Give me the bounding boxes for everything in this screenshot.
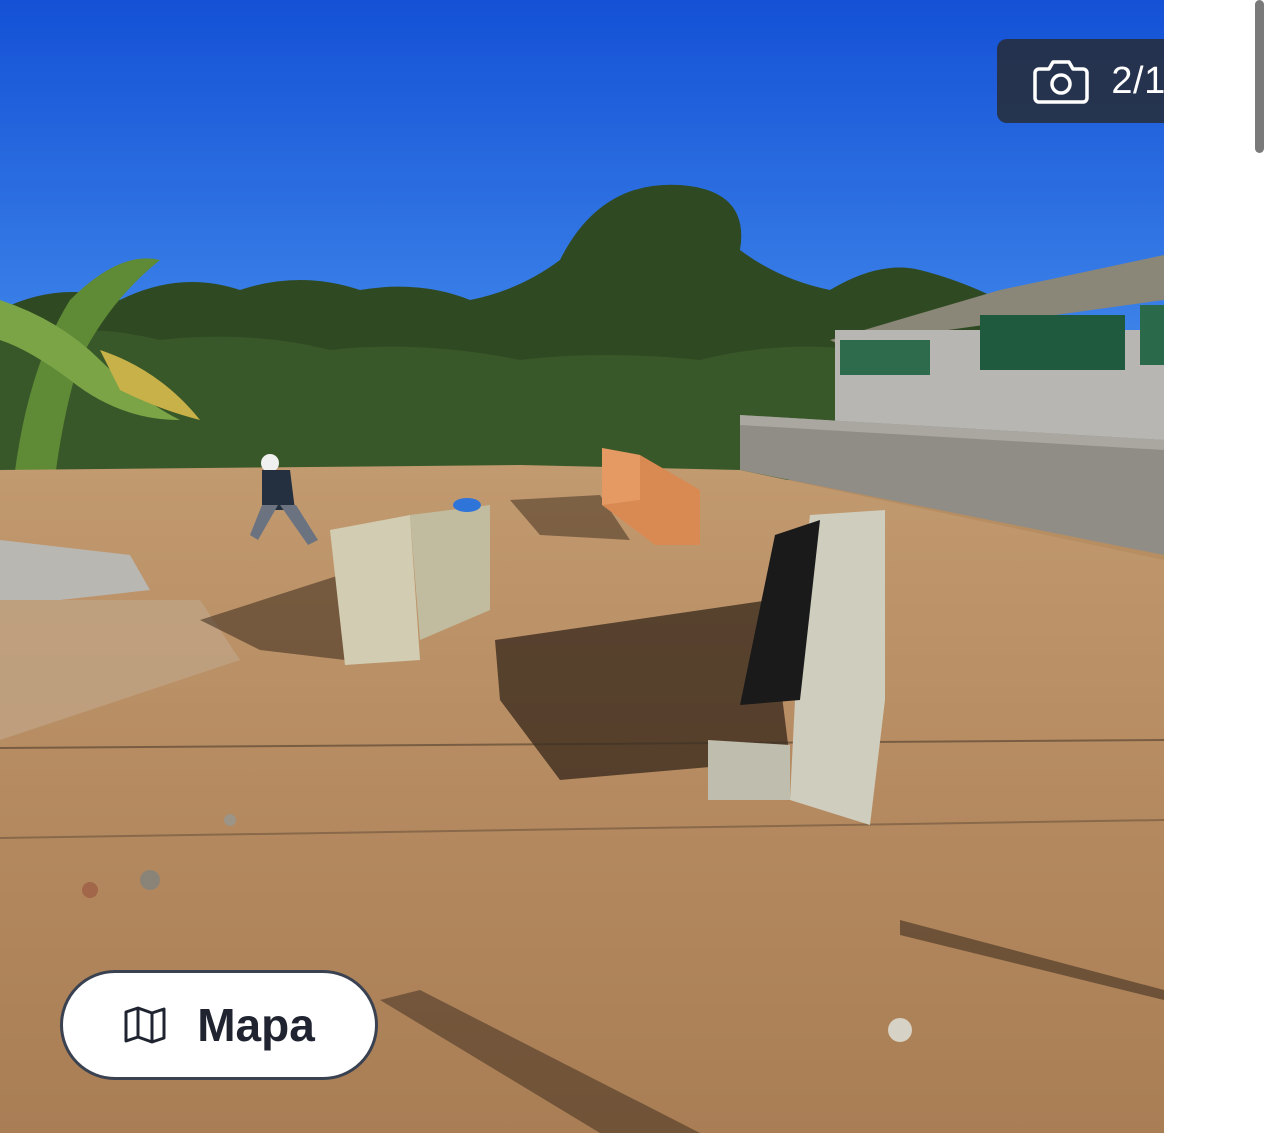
scrollbar-track[interactable] [1250, 0, 1264, 1133]
photo-counter-text: 2/11 [1111, 59, 1164, 102]
map-button-label: Mapa [197, 999, 315, 1051]
map-icon [123, 1005, 167, 1045]
listing-photo-viewer: 2/11 Mapa [0, 0, 1280, 1133]
map-button[interactable]: Mapa [60, 970, 378, 1080]
camera-icon [1033, 58, 1090, 104]
photo-scene [0, 0, 1164, 1133]
listing-photo[interactable]: 2/11 Mapa [0, 0, 1164, 1133]
scrollbar-thumb[interactable] [1255, 0, 1264, 153]
photo-counter-badge[interactable]: 2/11 [997, 39, 1164, 123]
